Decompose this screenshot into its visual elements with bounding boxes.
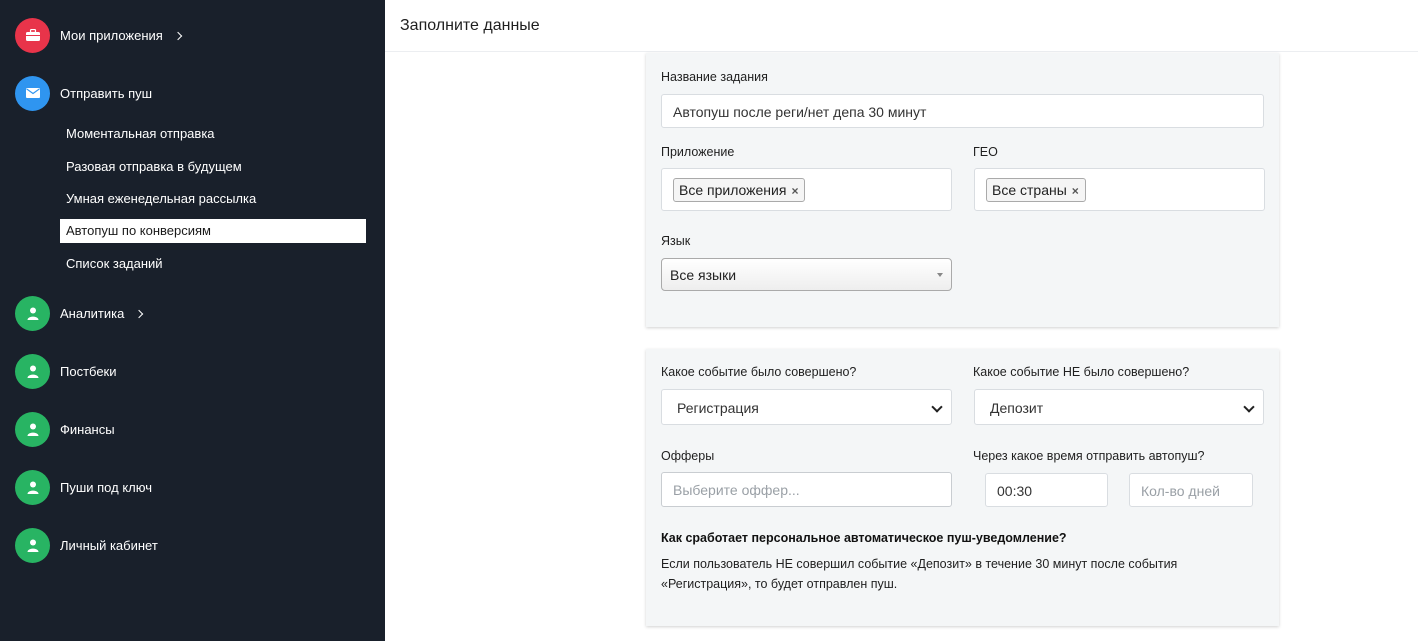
chevron-down-icon xyxy=(1243,401,1255,413)
task-settings-card: Название задания Автопуш после реги/нет … xyxy=(646,53,1279,327)
subnav-scheduled-send[interactable]: Разовая отправка в будущем xyxy=(60,155,366,179)
subnav-task-list[interactable]: Список заданий xyxy=(60,252,366,276)
dropdown-arrow-icon xyxy=(937,273,943,277)
event-not-done-select[interactable]: Депозит xyxy=(974,389,1264,425)
geo-multiselect[interactable]: Все страны × xyxy=(974,168,1265,211)
event-not-done-label: Какое событие НЕ было совершено? xyxy=(973,365,1190,379)
mail-icon xyxy=(15,75,50,111)
user-icon xyxy=(15,411,50,447)
offers-placeholder: Выберите оффер... xyxy=(673,482,800,498)
subnav-instant-send[interactable]: Моментальная отправка xyxy=(60,122,366,146)
days-placeholder: Кол-во дней xyxy=(1141,483,1220,499)
task-name-input[interactable]: Автопуш после реги/нет депа 30 минут xyxy=(661,94,1264,128)
geo-chip: Все страны × xyxy=(986,178,1086,202)
chevron-down-icon xyxy=(931,401,943,413)
event-done-label: Какое событие было совершено? xyxy=(661,365,857,379)
sidebar: Мои приложения Отправить пуш Моментальна… xyxy=(0,0,385,641)
send-delay-time-input[interactable]: 00:30 xyxy=(985,473,1108,507)
nav-send-push[interactable]: Отправить пуш xyxy=(0,73,385,113)
nav-analytics[interactable]: Аналитика xyxy=(0,293,385,333)
user-icon xyxy=(15,527,50,563)
send-delay-label: Через какое время отправить автопуш? xyxy=(973,449,1205,463)
nav-finance[interactable]: Финансы xyxy=(0,409,385,449)
nav-my-apps[interactable]: Мои приложения xyxy=(0,15,385,55)
app-multiselect[interactable]: Все приложения × xyxy=(661,168,952,211)
geo-chip-label: Все страны xyxy=(992,182,1067,198)
nav-label: Отправить пуш xyxy=(60,85,153,101)
user-icon xyxy=(15,353,50,389)
language-value: Все языки xyxy=(670,267,737,283)
info-title: Как сработает персональное автоматическо… xyxy=(661,531,1067,545)
offers-input[interactable]: Выберите оффер... xyxy=(661,472,952,507)
offers-label: Офферы xyxy=(661,449,715,463)
app-label: Приложение xyxy=(661,145,735,159)
task-name-value: Автопуш после реги/нет депа 30 минут xyxy=(673,104,927,120)
subnav-smart-weekly[interactable]: Умная еженедельная рассылка xyxy=(60,187,366,211)
event-settings-card: Какое событие было совершено? Регистраци… xyxy=(646,349,1279,626)
send-delay-days-input[interactable]: Кол-во дней xyxy=(1129,473,1253,507)
send-delay-time-value: 00:30 xyxy=(997,483,1033,499)
user-icon xyxy=(15,469,50,505)
page-title: Заполните данные xyxy=(400,17,540,34)
subnav-autopush-conversions[interactable]: Автопуш по конверсиям xyxy=(60,219,366,243)
user-icon xyxy=(15,295,50,331)
language-select[interactable]: Все языки xyxy=(661,258,952,291)
app-chip: Все приложения × xyxy=(673,178,806,202)
chevron-right-icon xyxy=(173,31,183,40)
nav-postbacks[interactable]: Постбеки xyxy=(0,351,385,391)
task-name-label: Название задания xyxy=(661,70,768,84)
nav-label: Постбеки xyxy=(60,363,117,379)
geo-label: ГЕО xyxy=(973,145,998,159)
info-text: Если пользователь НЕ совершил событие «Д… xyxy=(661,557,1178,591)
nav-label: Аналитика xyxy=(60,306,144,321)
event-done-select[interactable]: Регистрация xyxy=(661,389,952,425)
event-not-done-value: Депозит xyxy=(990,400,1044,416)
language-label: Язык xyxy=(661,234,691,248)
chevron-right-icon xyxy=(135,309,144,318)
chip-remove-icon[interactable]: × xyxy=(1072,184,1079,198)
header: Заполните данные xyxy=(385,0,1418,52)
nav-label: Мои приложения xyxy=(60,28,183,43)
nav-label: Личный кабинет xyxy=(60,537,158,553)
nav-label: Финансы xyxy=(60,421,115,437)
nav-label: Пуши под ключ xyxy=(60,479,152,495)
event-done-value: Регистрация xyxy=(677,400,759,416)
briefcase-icon xyxy=(15,17,50,53)
nav-turnkey-push[interactable]: Пуши под ключ xyxy=(0,467,385,507)
nav-account[interactable]: Личный кабинет xyxy=(0,525,385,565)
chip-remove-icon[interactable]: × xyxy=(791,184,798,198)
app-chip-label: Все приложения xyxy=(679,182,787,198)
